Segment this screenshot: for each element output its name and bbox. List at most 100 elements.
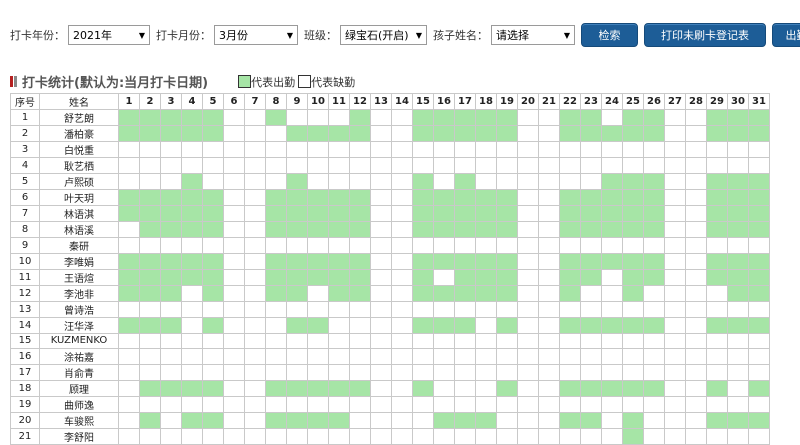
day-header: 11 [328,93,350,110]
attendance-cell-absent [412,395,434,413]
print-unswiped-button[interactable]: 打印未刷卡登记表 [644,23,766,47]
attendance-cell-absent [370,189,392,206]
attendance-cell-absent [664,189,686,206]
attendance-cell-absent [265,141,287,158]
attendance-cell-absent [538,141,560,158]
month-select[interactable]: 3月份 ▼ [214,25,298,45]
attendance-cell-absent [475,301,497,318]
attendance-cell-absent [412,237,434,254]
attendance-register-button[interactable]: 出勤登 [772,23,800,47]
attendance-cell-present [622,253,644,270]
attendance-cell-absent [538,301,560,318]
chevron-down-icon: ▼ [286,30,293,40]
attendance-cell-absent [727,379,749,397]
attendance-cell-absent [517,363,539,381]
attendance-cell-absent [643,141,665,158]
attendance-cell-absent [727,141,749,158]
attendance-cell-present [475,109,497,126]
attendance-cell-absent [391,347,413,365]
attendance-cell-present [433,109,455,126]
attendance-cell-absent [244,157,266,174]
title-bar-icon-secondary [14,76,17,87]
attendance-cell-absent [580,173,602,190]
attendance-cell-absent [538,269,560,286]
chevron-down-icon: ▼ [563,30,570,40]
attendance-cell-absent [202,301,224,318]
attendance-cell-absent [391,237,413,254]
day-header: 20 [517,93,539,110]
attendance-cell-absent [160,157,182,174]
attendance-cell-present [265,253,287,270]
attendance-cell-present [580,109,602,126]
attendance-cell-absent [223,269,245,286]
attendance-cell-absent [160,411,182,429]
attendance-cell-present [181,379,203,397]
table-row: 1 舒艺朗 [10,109,770,126]
attendance-cell-present [160,205,182,222]
attendance-cell-absent [370,253,392,270]
day-header: 8 [265,93,287,110]
search-button[interactable]: 检索 [581,23,638,47]
child-select[interactable]: 请选择 ▼ [491,25,575,45]
attendance-cell-absent [727,237,749,254]
attendance-cell-absent [559,363,581,381]
attendance-cell-present [601,189,623,206]
attendance-cell-absent [223,237,245,254]
attendance-cell-absent [118,363,140,381]
attendance-cell-present [412,253,434,270]
attendance-cell-absent [433,333,455,349]
attendance-cell-absent [328,333,350,349]
attendance-cell-present [328,285,350,302]
attendance-cell-present [748,205,770,222]
student-name: 涂祐嘉 [39,347,119,365]
attendance-cell-present [706,221,728,238]
attendance-cell-present [706,253,728,270]
attendance-cell-present [139,379,161,397]
attendance-cell-absent [727,395,749,413]
attendance-cell-absent [664,269,686,286]
attendance-cell-absent [559,237,581,254]
class-select[interactable]: 绿宝石(开启) ▼ [340,25,427,45]
student-name: 李舒阳 [39,427,119,445]
attendance-cell-absent [580,157,602,174]
attendance-cell-absent [370,173,392,190]
attendance-cell-present [307,379,329,397]
row-index: 17 [10,363,40,381]
attendance-cell-present [454,189,476,206]
day-header: 9 [286,93,308,110]
attendance-cell-absent [391,141,413,158]
attendance-cell-present [160,109,182,126]
attendance-cell-present [433,411,455,429]
attendance-cell-absent [685,237,707,254]
attendance-cell-absent [664,411,686,429]
attendance-cell-present [496,189,518,206]
attendance-cell-absent [580,141,602,158]
attendance-cell-absent [244,411,266,429]
year-select[interactable]: 2021年 ▼ [68,25,150,45]
attendance-cell-absent [748,363,770,381]
student-name: 林语淇 [39,205,119,222]
row-index: 21 [10,427,40,445]
attendance-cell-absent [496,157,518,174]
stats-header: 打卡统计(默认为:当月打卡日期) 代表出勤 代表缺勤 [10,72,358,91]
attendance-cell-present [748,109,770,126]
attendance-cell-present [496,253,518,270]
attendance-cell-present [622,427,644,445]
attendance-cell-absent [118,221,140,238]
attendance-cell-absent [370,395,392,413]
attendance-cell-absent [118,157,140,174]
attendance-cell-present [202,189,224,206]
attendance-cell-absent [286,237,308,254]
attendance-cell-absent [454,395,476,413]
day-header: 21 [538,93,560,110]
attendance-cell-present [307,269,329,286]
attendance-cell-present [265,221,287,238]
attendance-cell-absent [391,285,413,302]
attendance-cell-absent [664,427,686,445]
attendance-cell-absent [559,301,581,318]
student-name: 潘柏豪 [39,125,119,142]
attendance-cell-absent [160,347,182,365]
attendance-cell-absent [244,333,266,349]
attendance-cell-present [475,253,497,270]
table-row: 20 车骏熙 [10,411,770,429]
